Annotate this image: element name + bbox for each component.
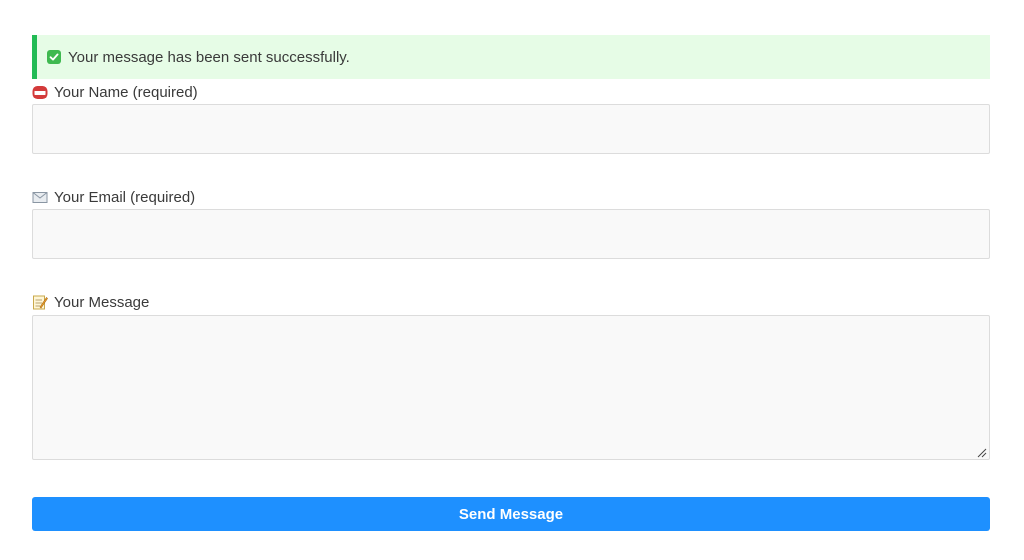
success-message: Your message has been sent successfully. — [68, 48, 350, 66]
success-alert: Your message has been sent successfully. — [32, 35, 990, 79]
message-label-text: Your Message — [54, 293, 150, 311]
check-mark-icon — [47, 50, 61, 64]
message-label: Your Message — [32, 292, 149, 312]
message-textarea[interactable] — [32, 315, 990, 460]
email-label: Your Email (required) — [32, 187, 195, 207]
name-badge-icon — [32, 84, 48, 100]
name-label-text: Your Name (required) — [54, 83, 198, 101]
name-input[interactable] — [32, 104, 990, 154]
send-message-button[interactable]: Send Message — [32, 497, 990, 531]
memo-icon — [32, 294, 48, 310]
envelope-icon — [32, 189, 48, 205]
contact-form-page: Your message has been sent successfully.… — [0, 0, 1024, 560]
email-input[interactable] — [32, 209, 990, 259]
email-label-text: Your Email (required) — [54, 188, 196, 206]
name-label: Your Name (required) — [32, 82, 198, 102]
resize-grip-icon[interactable] — [975, 446, 987, 458]
